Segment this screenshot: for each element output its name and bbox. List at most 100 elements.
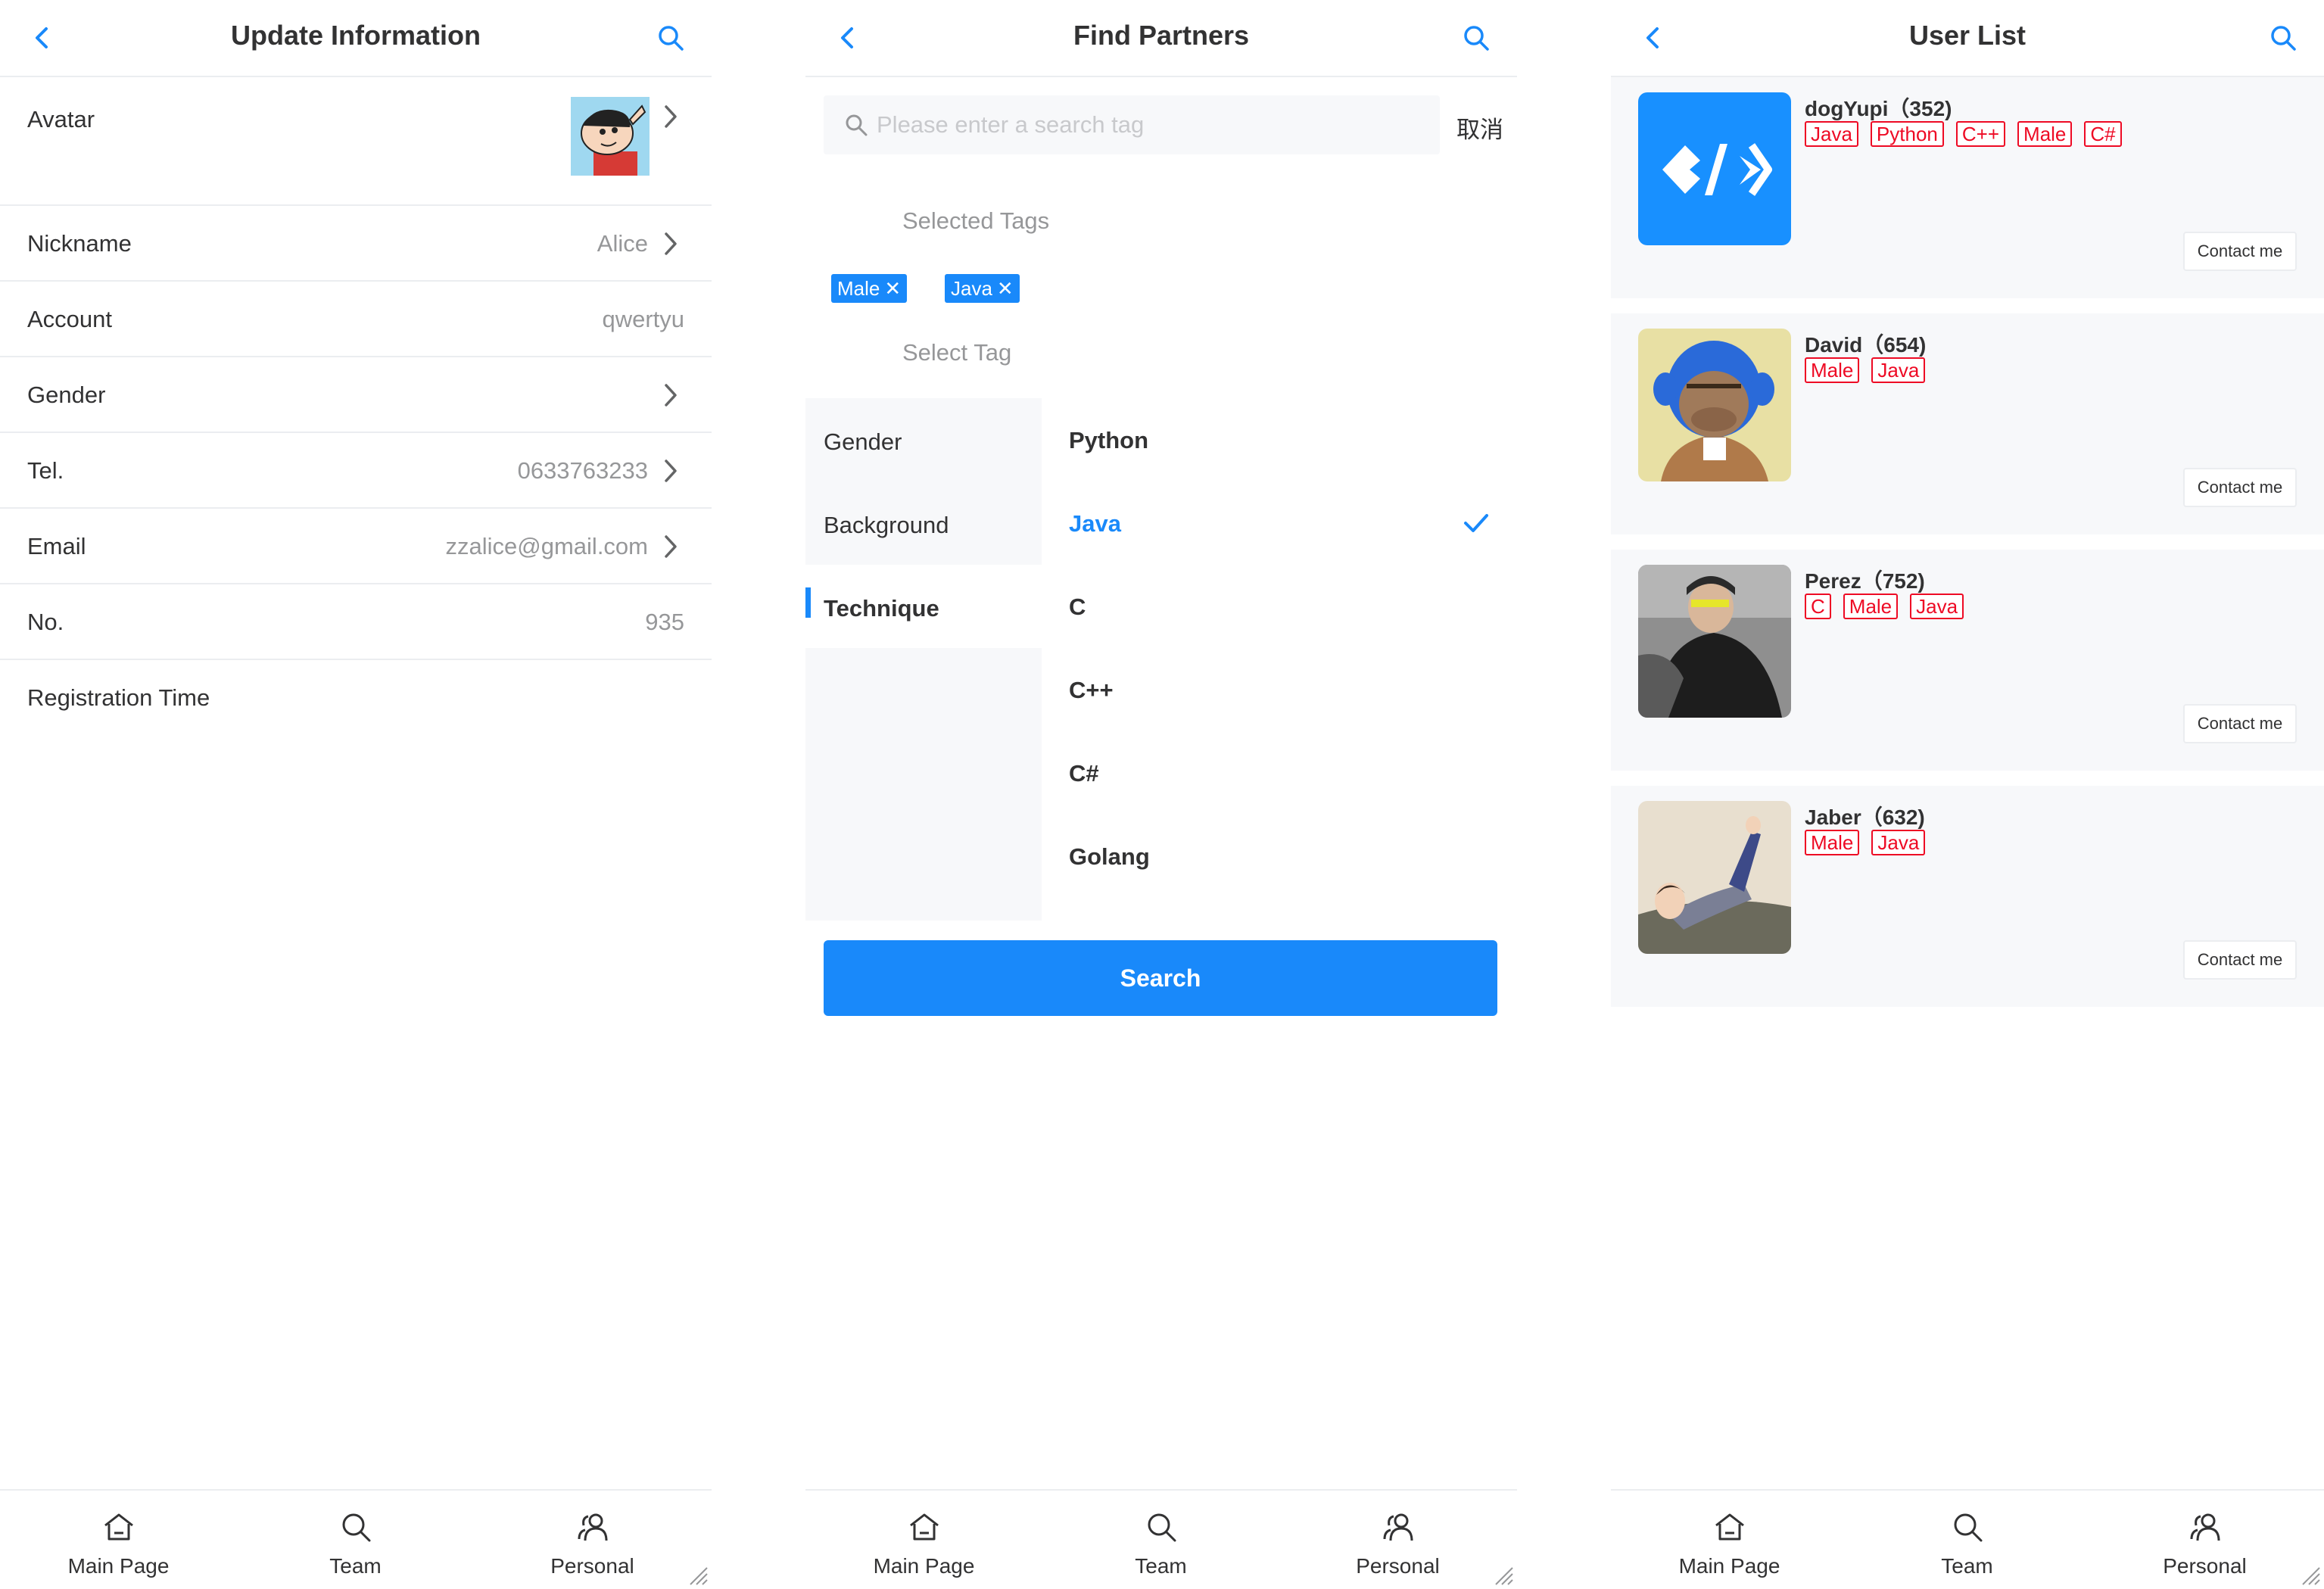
user-avatar <box>1638 801 1791 954</box>
user-name: David（654) <box>1805 333 1927 357</box>
tag-option[interactable]: C# <box>1042 731 1517 815</box>
cell-value: zzalice@gmail.com <box>445 533 648 559</box>
tag-option[interactable]: Python <box>1042 398 1517 481</box>
avatar-image[interactable] <box>571 97 650 176</box>
tab-team[interactable]: Team <box>1849 1491 2086 1589</box>
tab-personal[interactable]: Personal <box>1279 1491 1516 1589</box>
user-avatar <box>1638 329 1791 481</box>
tag-option[interactable]: C++ <box>1042 648 1517 731</box>
category-technique[interactable]: Technique <box>805 565 1042 648</box>
search-icon <box>338 1509 374 1545</box>
option-label: C++ <box>1069 677 1114 703</box>
cancel-button[interactable]: 取消 <box>1456 111 1503 145</box>
user-tag: C# <box>2084 121 2122 147</box>
tab-label: Personal <box>2163 1554 2247 1578</box>
update-information-screen: Update Information Avatar Nickname Alice <box>0 0 712 1589</box>
tag-category-nav: Gender Background Technique <box>805 398 1042 921</box>
category-background[interactable]: Background <box>805 481 1042 565</box>
cell-value: qwertyu <box>602 306 684 332</box>
tab-label: Personal <box>550 1554 634 1578</box>
contact-me-button[interactable]: Contact me <box>2183 940 2297 980</box>
search-icon <box>1949 1509 1986 1545</box>
user-tag: Java <box>1871 357 1926 383</box>
cell-label: Gender <box>27 382 106 408</box>
contact-me-button[interactable]: Contact me <box>2183 232 2297 271</box>
user-avatar <box>1638 92 1791 245</box>
option-label: C <box>1069 594 1086 620</box>
email-cell[interactable]: Email zzalice@gmail.com <box>0 509 712 584</box>
tag-label: Java <box>951 277 992 300</box>
tab-team[interactable]: Team <box>237 1491 474 1589</box>
tab-bar: Main Page Team Personal <box>0 1489 712 1589</box>
resize-grip-icon[interactable] <box>686 1563 709 1586</box>
nav-bar: Update Information <box>0 0 712 77</box>
page-title: Update Information <box>231 20 481 51</box>
category-gender[interactable]: Gender <box>805 398 1042 481</box>
user-tags: Java Python C++ Male C# <box>1805 121 2134 147</box>
search-icon[interactable] <box>2268 23 2298 53</box>
tag-option[interactable]: C <box>1042 565 1517 648</box>
user-tag: Java <box>1871 830 1926 855</box>
user-avatar <box>1638 565 1791 718</box>
checkmark-icon <box>1463 512 1490 534</box>
tab-personal[interactable]: Personal <box>2086 1491 2323 1589</box>
user-tag: Java <box>1805 121 1858 147</box>
close-icon[interactable]: ✕ <box>997 274 1014 303</box>
tab-personal[interactable]: Personal <box>474 1491 711 1589</box>
chevron-right-icon <box>660 382 681 409</box>
user-tag: Male <box>1805 357 1860 383</box>
search-button[interactable]: Search <box>824 940 1497 1016</box>
cell-label: Avatar <box>27 106 95 132</box>
home-icon <box>101 1509 137 1545</box>
tab-label: Team <box>1941 1554 1993 1578</box>
tab-main-page[interactable]: Main Page <box>805 1491 1042 1589</box>
search-bar <box>824 95 1440 154</box>
chevron-right-icon <box>660 457 681 484</box>
user-tag: Java <box>1910 594 1964 619</box>
selected-tag-chip: Java ✕ <box>945 274 1020 303</box>
user-tag: Male <box>1843 594 1899 619</box>
search-icon <box>1143 1509 1179 1545</box>
cell-label: Registration Time <box>27 684 210 711</box>
select-tag-heading: Select Tag <box>902 339 1012 366</box>
option-label: C# <box>1069 760 1099 787</box>
cell-label: Tel. <box>27 457 64 484</box>
resize-grip-icon[interactable] <box>1491 1563 1514 1586</box>
user-tags: Male Java <box>1805 830 1937 855</box>
cell-label: No. <box>27 609 64 635</box>
nickname-cell[interactable]: Nickname Alice <box>0 206 712 282</box>
chevron-right-icon <box>660 533 681 560</box>
tag-option[interactable]: Java <box>1042 481 1517 565</box>
option-label: Java <box>1069 510 1121 537</box>
tab-main-page[interactable]: Main Page <box>1611 1491 1848 1589</box>
tab-label: Main Page <box>873 1554 975 1578</box>
chevron-right-icon <box>660 103 681 130</box>
home-icon <box>906 1509 942 1545</box>
user-tag: Python <box>1870 121 1944 147</box>
search-tag-input[interactable] <box>877 106 1422 144</box>
cell-value: Alice <box>597 230 648 257</box>
tab-team[interactable]: Team <box>1042 1491 1279 1589</box>
resize-grip-icon[interactable] <box>2298 1563 2321 1586</box>
tel-cell[interactable]: Tel. 0633763233 <box>0 433 712 509</box>
selected-tags-heading: Selected Tags <box>902 207 1050 234</box>
gender-cell[interactable]: Gender <box>0 357 712 433</box>
category-label: Background <box>824 512 949 538</box>
contact-me-button[interactable]: Contact me <box>2183 468 2297 507</box>
active-indicator <box>805 587 811 618</box>
search-icon[interactable] <box>1461 23 1491 53</box>
tab-bar: Main Page Team Personal <box>805 1489 1517 1589</box>
user-list-screen: User List dogYupi（352) Java Python C++ Male… <box>1611 0 2324 1589</box>
find-partners-screen: Find Partners 取消 Selected Tags Male✕ Jav… <box>805 0 1517 1589</box>
contact-me-button[interactable]: Contact me <box>2183 704 2297 743</box>
tag-option[interactable]: Golang <box>1042 815 1517 898</box>
user-tag: C <box>1805 594 1831 619</box>
category-label: Gender <box>824 428 902 455</box>
user-tag: C++ <box>1955 121 2006 147</box>
close-icon[interactable]: ✕ <box>884 274 901 303</box>
search-icon[interactable] <box>656 23 686 53</box>
search-icon <box>843 112 869 138</box>
user-card: dogYupi（352) Java Python C++ Male C# Contact… <box>1611 77 2324 298</box>
tab-main-page[interactable]: Main Page <box>0 1491 237 1589</box>
user-name: Perez（752) <box>1805 569 1925 593</box>
